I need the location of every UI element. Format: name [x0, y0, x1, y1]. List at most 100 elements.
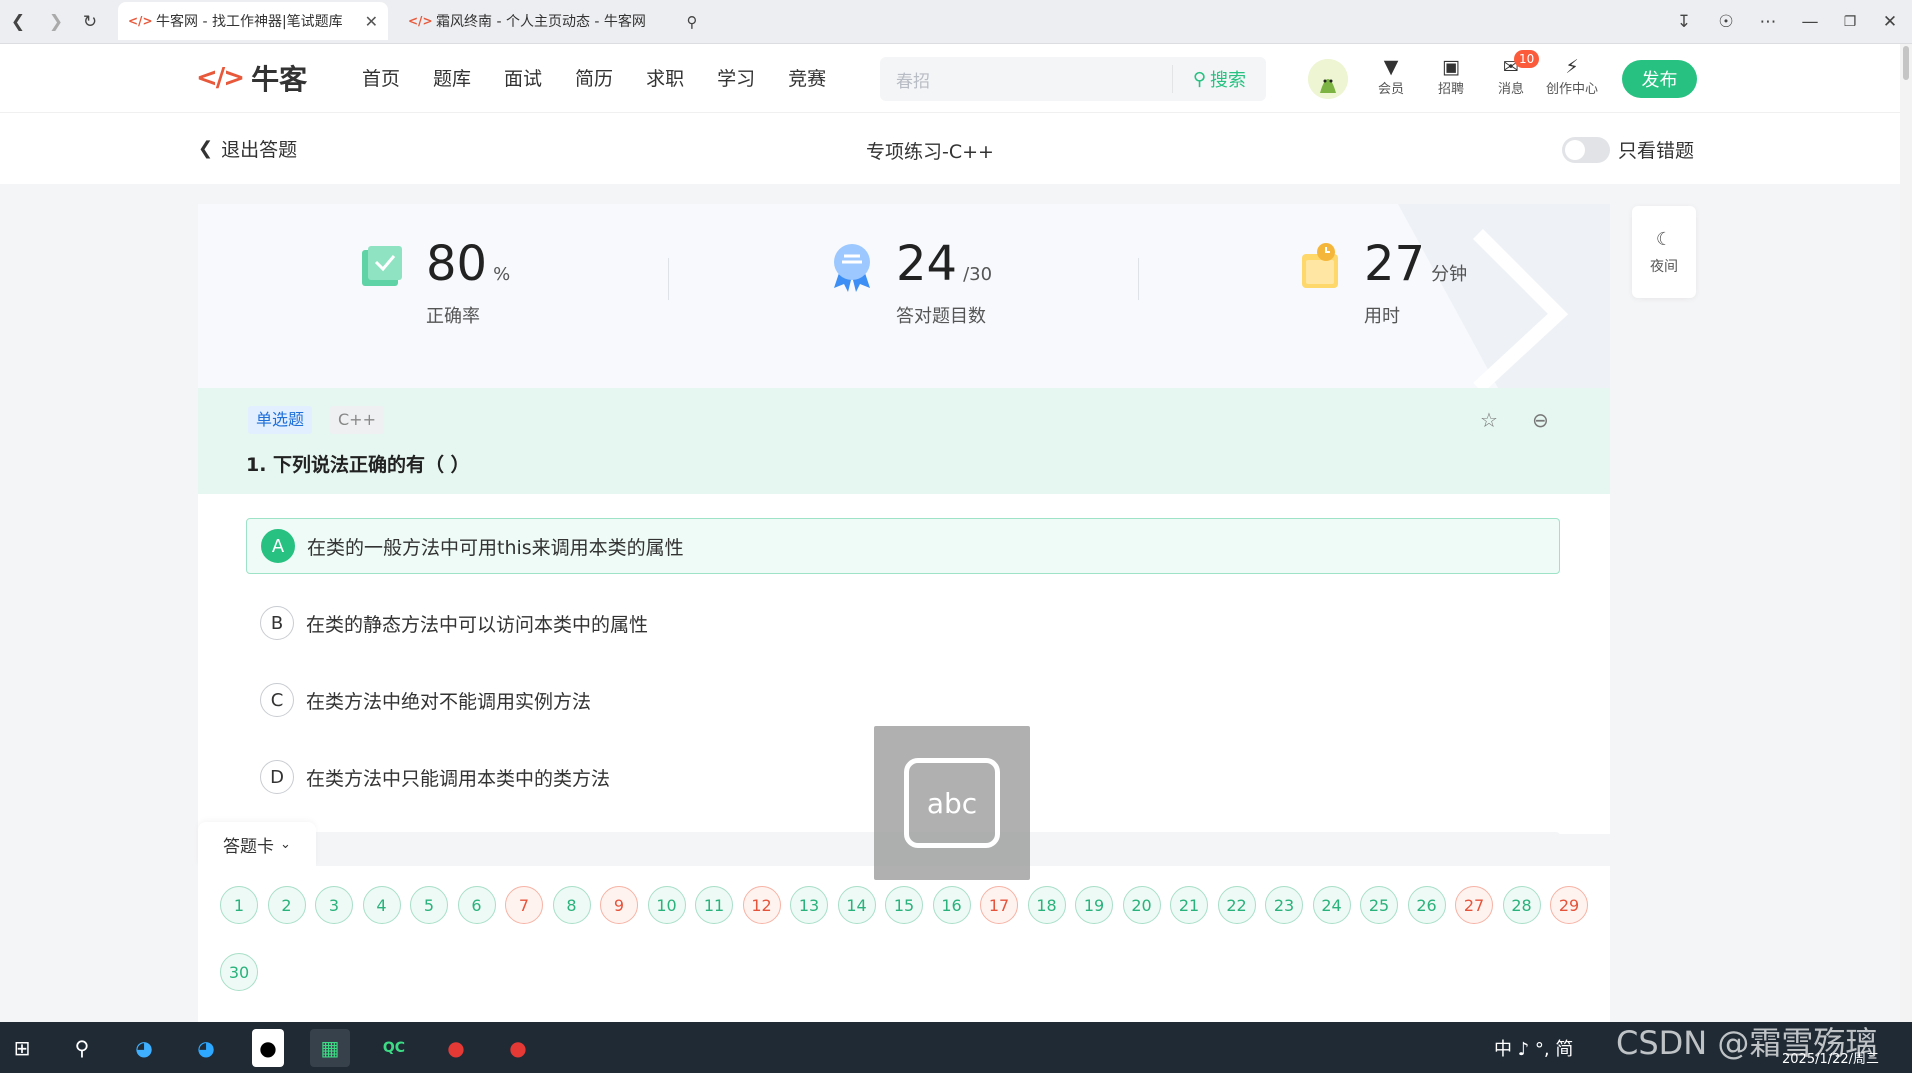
chevron-left-icon: ❮ — [198, 138, 214, 159]
system-tray[interactable]: 中 ♪ °, 简 — [1494, 1035, 1573, 1061]
nav-link-contest[interactable]: 竞赛 — [788, 64, 826, 91]
search-input[interactable]: 春招 — [880, 67, 1172, 92]
nav-vip-label: 会员 — [1378, 82, 1405, 97]
moon-icon: ☾ — [1655, 228, 1673, 250]
app-icon-red[interactable]: ● — [436, 1029, 476, 1067]
question-topic-tag: C++ — [330, 406, 384, 434]
accuracy-label: 正确率 — [426, 306, 480, 327]
forward-icon[interactable]: ❯ — [44, 10, 68, 34]
ime-box: abc — [904, 758, 1000, 848]
answer-card-number[interactable]: 10 — [647, 886, 686, 924]
globe-icon[interactable]: ☉ — [1714, 10, 1738, 34]
question-header: 单选题 C++ 1. 下列说法正确的有（ ） ☆ ⊖ — [198, 388, 1610, 494]
answer-card-number[interactable]: 1 — [220, 886, 258, 924]
site-logo[interactable]: </> 牛客 — [196, 58, 307, 98]
answer-card: 1 2 3 4 5 6 7 8 9 10 11 12 13 14 15 16 17 18 19 20 21 22 23 24 2… — [198, 866, 1610, 1022]
taskbar-search-icon[interactable]: ⚲ — [62, 1029, 102, 1067]
nav-link-resume[interactable]: 简历 — [575, 64, 613, 91]
close-tab-icon[interactable]: ✕ — [365, 12, 378, 31]
answer-card-number[interactable]: 11 — [695, 886, 733, 924]
answer-card-number[interactable]: 26 — [1407, 886, 1446, 924]
exit-button[interactable]: ❮ 退出答题 — [198, 135, 297, 162]
answer-card-number[interactable]: 6 — [457, 886, 496, 924]
answer-card-number[interactable]: 24 — [1312, 886, 1351, 924]
download-icon[interactable]: ↧ — [1672, 10, 1696, 34]
nav-link-interview[interactable]: 面试 — [504, 64, 542, 91]
option-letter: A — [261, 529, 295, 563]
answer-card-number[interactable]: 30 — [220, 953, 258, 991]
answer-card-number[interactable]: 13 — [790, 886, 828, 924]
logo-text: 牛客 — [251, 63, 308, 96]
option-a[interactable]: A 在类的一般方法中可用this来调用本类的属性 — [246, 518, 1560, 574]
search-button[interactable]: ⚲ 搜索 — [1171, 65, 1266, 93]
windows-start-icon[interactable]: ⊞ — [2, 1029, 42, 1067]
stat-time: 27 分钟 用时 — [1296, 236, 1467, 327]
decorative-pattern — [1398, 204, 1610, 388]
answer-card-number[interactable]: 23 — [1265, 886, 1303, 924]
answer-card-number[interactable]: 9 — [600, 886, 638, 924]
restore-icon[interactable]: ❐ — [1838, 10, 1862, 34]
avatar[interactable] — [1308, 59, 1348, 99]
nav-vip[interactable]: ▼ 会员 — [1378, 56, 1404, 97]
correct-unit: /30 — [963, 264, 993, 285]
answer-card-number[interactable]: 17 — [980, 886, 1018, 924]
search-tab-icon[interactable]: ⚲ — [680, 10, 704, 34]
edge-icon[interactable]: ◕ — [124, 1029, 164, 1067]
answer-card-number[interactable]: 2 — [267, 886, 306, 924]
wechat-icon[interactable]: ▦ — [310, 1029, 350, 1067]
answer-card-number[interactable]: 8 — [552, 886, 591, 924]
nowcoder-favicon: </> — [408, 14, 433, 28]
answer-card-toggle[interactable]: 答题卡 ⌄ — [198, 822, 316, 866]
nav-creator[interactable]: ⚡ 创作中心 — [1546, 56, 1598, 97]
answer-card-number[interactable]: 18 — [1027, 886, 1066, 924]
browser-tab-2[interactable]: </> 霜风终南 - 个人主页动态 - 牛客网 — [398, 2, 668, 40]
qq-icon[interactable]: ● — [252, 1029, 284, 1067]
nav-link-questions[interactable]: 题库 — [433, 64, 471, 91]
minus-circle-icon[interactable]: ⊖ — [1532, 408, 1549, 432]
nav-link-home[interactable]: 首页 — [362, 64, 400, 91]
option-c[interactable]: C 在类方法中绝对不能调用实例方法 — [246, 672, 1560, 728]
answer-card-number[interactable]: 22 — [1217, 886, 1256, 924]
correct-value: 24 — [896, 236, 958, 292]
option-letter: B — [260, 606, 294, 640]
answer-card-number[interactable]: 12 — [742, 886, 781, 924]
nav-link-jobs[interactable]: 求职 — [646, 64, 684, 91]
answer-card-number[interactable]: 28 — [1502, 886, 1541, 924]
answer-card-number[interactable]: 7 — [505, 886, 543, 924]
time-label: 用时 — [1364, 306, 1400, 327]
option-text: 在类方法中绝对不能调用实例方法 — [306, 690, 592, 713]
answer-card-number[interactable]: 27 — [1455, 886, 1493, 924]
publish-button[interactable]: 发布 — [1622, 60, 1697, 98]
browser-tab-1[interactable]: </> 牛客网 - 找工作神器|笔试题库 ✕ — [118, 2, 388, 40]
answer-card-number[interactable]: 4 — [362, 886, 401, 924]
page-scrollbar[interactable] — [1900, 44, 1912, 1022]
more-icon[interactable]: ⋯ — [1756, 10, 1780, 34]
edge-icon-2[interactable]: ◕ — [186, 1029, 226, 1067]
answer-card-number[interactable]: 21 — [1170, 886, 1208, 924]
star-icon[interactable]: ☆ — [1480, 408, 1498, 432]
nav-recruit[interactable]: ▣ 招聘 — [1438, 56, 1464, 97]
reload-icon[interactable]: ↻ — [78, 10, 102, 34]
minimize-icon[interactable]: — — [1798, 10, 1822, 34]
back-icon[interactable]: ❮ — [6, 10, 30, 34]
answer-card-number[interactable]: 5 — [410, 886, 448, 924]
option-b[interactable]: B 在类的静态方法中可以访问本类中的属性 — [246, 595, 1560, 651]
only-wrong-toggle[interactable] — [1562, 137, 1610, 163]
answer-card-number[interactable]: 29 — [1550, 886, 1588, 924]
answer-card-number[interactable]: 25 — [1360, 886, 1398, 924]
answer-card-number[interactable]: 3 — [315, 886, 353, 924]
answer-card-number[interactable]: 19 — [1075, 886, 1113, 924]
answer-card-number[interactable]: 20 — [1122, 886, 1161, 924]
qt-creator-icon[interactable]: QC — [374, 1029, 414, 1067]
scrollbar-thumb[interactable] — [1903, 46, 1909, 80]
ime-text: abc — [926, 786, 978, 820]
app-icon-red-2[interactable]: ● — [498, 1029, 538, 1067]
answer-card-number[interactable]: 15 — [885, 886, 923, 924]
answer-card-number[interactable]: 16 — [932, 886, 971, 924]
tab-title: 霜风终南 - 个人主页动态 - 牛客网 — [436, 14, 646, 30]
option-text: 在类方法中只能调用本类中的类方法 — [306, 767, 611, 790]
close-window-icon[interactable]: ✕ — [1878, 10, 1902, 34]
nav-link-learn[interactable]: 学习 — [717, 64, 755, 91]
night-mode-button[interactable]: ☾ 夜间 — [1632, 206, 1696, 298]
answer-card-number[interactable]: 14 — [837, 886, 876, 924]
